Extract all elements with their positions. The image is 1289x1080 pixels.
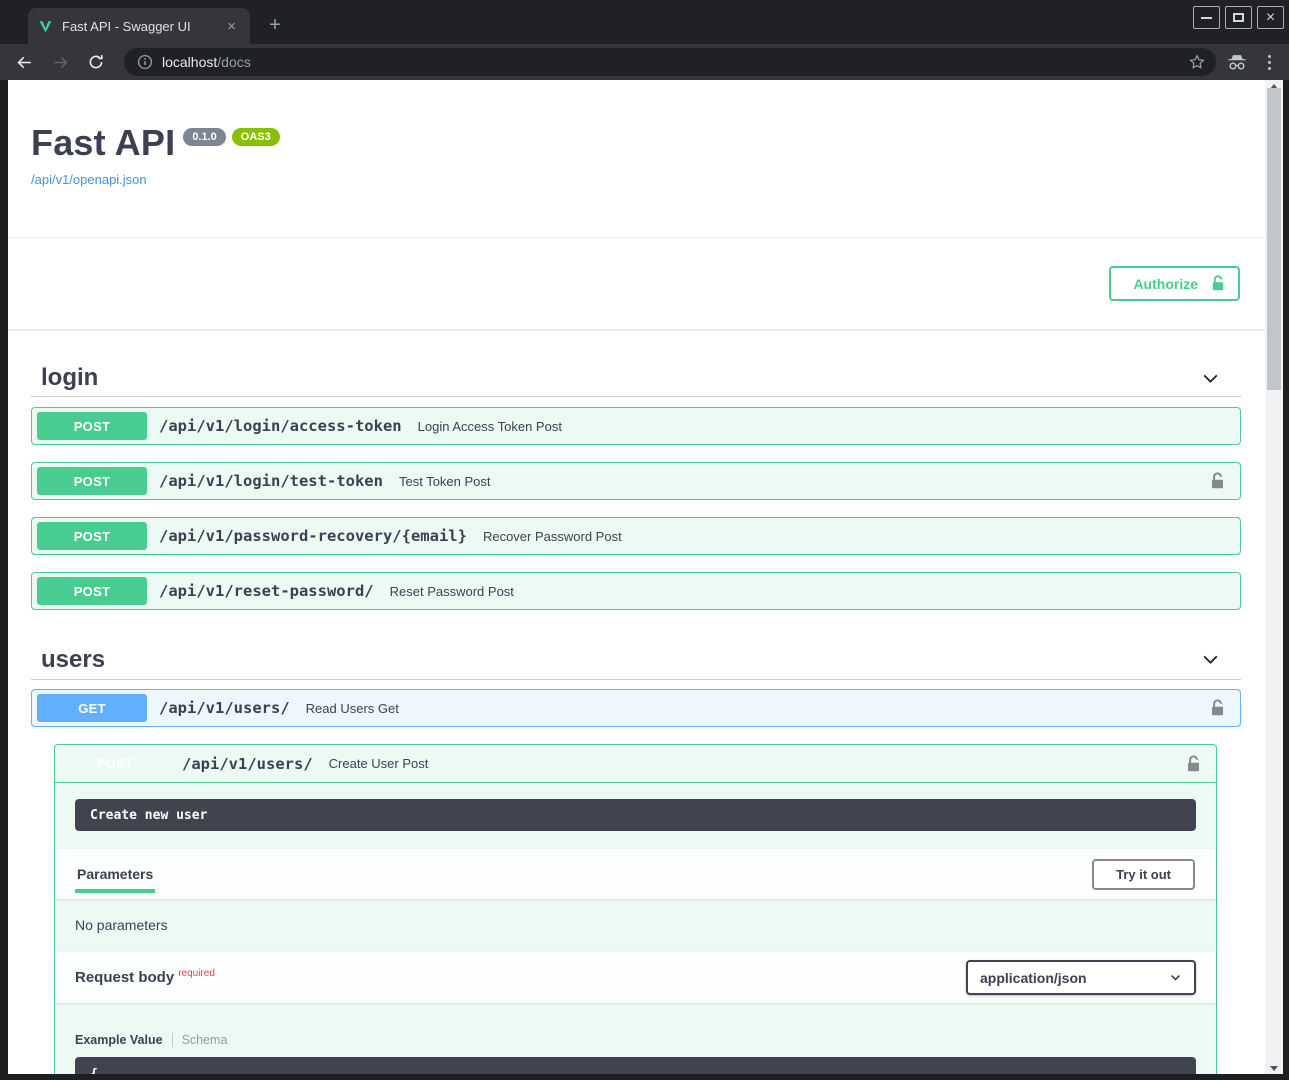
version-badge: 0.1.0	[183, 128, 225, 146]
op-path: /api/v1/reset-password/	[159, 582, 374, 600]
auth-lock-icon[interactable]	[1183, 753, 1204, 775]
chevron-down-icon	[1169, 971, 1182, 984]
method-badge: POST	[37, 467, 147, 495]
favicon-icon	[38, 19, 53, 34]
chevron-down-icon	[1200, 649, 1221, 670]
media-type-value: application/json	[980, 970, 1087, 986]
section-title: users	[41, 646, 105, 674]
parameters-section-header: Parameters Try it out	[55, 849, 1216, 899]
page-title: Fast API	[31, 122, 175, 164]
tab-parameters[interactable]: Parameters	[75, 866, 155, 882]
page-scrollbar[interactable]	[1265, 80, 1283, 1074]
unlock-icon	[1210, 275, 1226, 292]
close-button[interactable]: ×	[1257, 6, 1284, 29]
method-badge: GET	[37, 694, 147, 722]
openapi-spec-link[interactable]: /api/v1/openapi.json	[31, 172, 147, 187]
request-body-label: Request body	[75, 969, 174, 986]
oas3-badge: OAS3	[232, 128, 280, 146]
chevron-down-icon	[1200, 368, 1221, 389]
tab-close-icon[interactable]: ×	[223, 17, 240, 36]
auth-lock-icon[interactable]	[1207, 470, 1228, 492]
minimize-button[interactable]	[1193, 6, 1220, 29]
forward-icon[interactable]	[48, 50, 72, 74]
op-description: Create new user	[75, 799, 1196, 831]
required-label: required	[178, 968, 215, 979]
tab-example-value[interactable]: Example Value	[75, 1033, 163, 1047]
op-summary: Read Users Get	[306, 701, 1207, 716]
media-type-select[interactable]: application/json	[966, 960, 1196, 995]
section-header-users[interactable]: users	[31, 635, 1241, 680]
op-path: /api/v1/users/	[182, 755, 313, 773]
op-row-reset-password[interactable]: POST /api/v1/reset-password/ Reset Passw…	[31, 572, 1241, 610]
browser-tab[interactable]: Fast API - Swagger UI ×	[28, 8, 250, 44]
url-host: localhost	[162, 54, 217, 70]
tab-title: Fast API - Swagger UI	[62, 19, 223, 34]
method-badge: POST	[60, 750, 170, 778]
op-row-login-test-token[interactable]: POST /api/v1/login/test-token Test Token…	[31, 462, 1241, 500]
scrollbar-thumb[interactable]	[1267, 88, 1281, 390]
method-badge: POST	[37, 412, 147, 440]
op-block-users-post-expanded: POST /api/v1/users/ Create User Post Cre…	[54, 744, 1217, 1074]
op-summary: Recover Password Post	[483, 529, 1228, 544]
request-body-section-header: Request body required application/json	[55, 952, 1216, 1003]
site-info-icon[interactable]	[137, 54, 153, 70]
maximize-icon	[1233, 13, 1244, 22]
op-path: /api/v1/password-recovery/{email}	[159, 527, 467, 545]
section-header-login[interactable]: login	[31, 355, 1241, 397]
op-row-users-post[interactable]: POST /api/v1/users/ Create User Post	[55, 745, 1216, 783]
url-bar[interactable]: localhost/docs	[124, 48, 1216, 76]
scroll-down-icon[interactable]	[1265, 1062, 1283, 1074]
op-summary: Create User Post	[329, 756, 1183, 771]
op-path: /api/v1/users/	[159, 699, 290, 717]
no-parameters-text: No parameters	[55, 899, 1216, 952]
incognito-icon	[1226, 54, 1248, 71]
authorize-label: Authorize	[1133, 276, 1198, 292]
reload-icon[interactable]	[84, 50, 108, 74]
browser-menu-icon[interactable]	[1264, 51, 1275, 74]
tab-schema[interactable]: Schema	[182, 1033, 228, 1047]
bookmark-star-icon[interactable]	[1188, 53, 1206, 71]
method-badge: POST	[37, 522, 147, 550]
close-icon: ×	[1266, 10, 1275, 26]
try-it-out-button[interactable]: Try it out	[1092, 859, 1195, 890]
op-summary: Login Access Token Post	[418, 419, 1228, 434]
tab-separator	[172, 1033, 173, 1047]
op-row-password-recovery[interactable]: POST /api/v1/password-recovery/{email} R…	[31, 517, 1241, 555]
back-icon[interactable]	[12, 50, 36, 74]
minimize-icon	[1201, 17, 1212, 19]
url-path: /docs	[217, 54, 250, 70]
new-tab-button[interactable]: +	[262, 12, 288, 38]
op-path: /api/v1/login/test-token	[159, 472, 383, 490]
browser-toolbar: localhost/docs	[0, 44, 1289, 80]
maximize-button[interactable]	[1225, 6, 1252, 29]
op-path: /api/v1/login/access-token	[159, 417, 402, 435]
section-title: login	[41, 364, 98, 392]
page-content: Fast API 0.1.0 OAS3 /api/v1/openapi.json…	[8, 80, 1265, 1074]
op-summary: Test Token Post	[399, 474, 1207, 489]
authorize-button[interactable]: Authorize	[1109, 266, 1240, 301]
scheme-container: Authorize	[8, 237, 1265, 330]
op-row-login-access-token[interactable]: POST /api/v1/login/access-token Login Ac…	[31, 407, 1241, 445]
example-code-block: {	[75, 1057, 1196, 1074]
window-titlebar: Fast API - Swagger UI × + ×	[0, 0, 1289, 44]
method-badge: POST	[37, 577, 147, 605]
auth-lock-icon[interactable]	[1207, 697, 1228, 719]
op-summary: Reset Password Post	[390, 584, 1228, 599]
op-row-users-get[interactable]: GET /api/v1/users/ Read Users Get	[31, 689, 1241, 727]
